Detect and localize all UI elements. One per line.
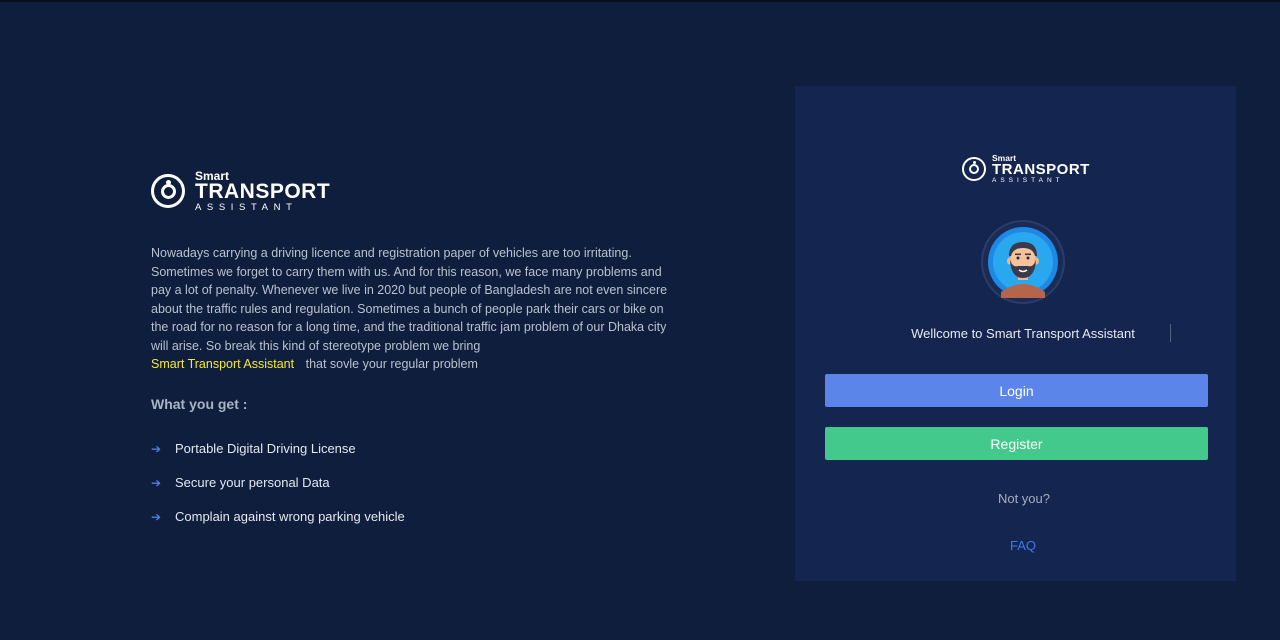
brand-transport: TRANSPORT	[992, 160, 1090, 178]
brand-assistant: ASSISTANT	[992, 176, 1064, 184]
auth-card: Smart TRANSPORT ASSISTANT Wellcome to Sm…	[795, 86, 1236, 581]
brand-wordmark: Smart TRANSPORT ASSISTANT	[195, 170, 330, 213]
intro-text: Nowadays carrying a driving licence and …	[151, 246, 668, 353]
brand-assistant: ASSISTANT	[195, 201, 298, 213]
register-button[interactable]: Register	[825, 427, 1208, 460]
feature-item: ➔ Portable Digital Driving License	[151, 432, 671, 466]
smart-transport-logo-icon	[962, 157, 986, 181]
brand-logo: Smart TRANSPORT ASSISTANT	[151, 170, 671, 212]
intro-tail: that sovle your regular problem	[305, 357, 478, 371]
welcome-message: Wellcome to Smart Transport Assistant	[911, 326, 1135, 341]
arrow-right-icon: ➔	[151, 509, 162, 524]
login-button[interactable]: Login	[825, 374, 1208, 407]
card-brand-logo: Smart TRANSPORT ASSISTANT	[962, 154, 1090, 184]
smart-transport-logo-icon	[151, 174, 185, 208]
faq-link[interactable]: FAQ	[795, 538, 1251, 553]
top-border	[0, 0, 1280, 2]
brand-transport: TRANSPORT	[195, 179, 331, 203]
intro-description: Nowadays carrying a driving licence and …	[151, 244, 671, 374]
not-you-link[interactable]: Not you?	[795, 491, 1253, 506]
feature-item: ➔ Secure your personal Data	[151, 466, 671, 500]
bearded-man-avatar-icon	[988, 227, 1058, 298]
feature-label: Portable Digital Driving License	[175, 441, 356, 456]
feature-item: ➔ Complain against wrong parking vehicle	[151, 500, 671, 534]
feature-label: Complain against wrong parking vehicle	[175, 509, 405, 524]
avatar	[981, 220, 1065, 304]
features-list: ➔ Portable Digital Driving License ➔ Sec…	[151, 432, 671, 534]
card-brand-wordmark: Smart TRANSPORT ASSISTANT	[992, 154, 1090, 184]
intro-highlight: Smart Transport Assistant	[151, 357, 295, 371]
feature-label: Secure your personal Data	[175, 475, 330, 490]
intro-section: Smart TRANSPORT ASSISTANT Nowadays carry…	[151, 170, 671, 534]
arrow-right-icon: ➔	[151, 475, 162, 490]
features-heading: What you get :	[151, 395, 248, 412]
text-caret	[1170, 324, 1171, 342]
arrow-right-icon: ➔	[151, 441, 162, 456]
